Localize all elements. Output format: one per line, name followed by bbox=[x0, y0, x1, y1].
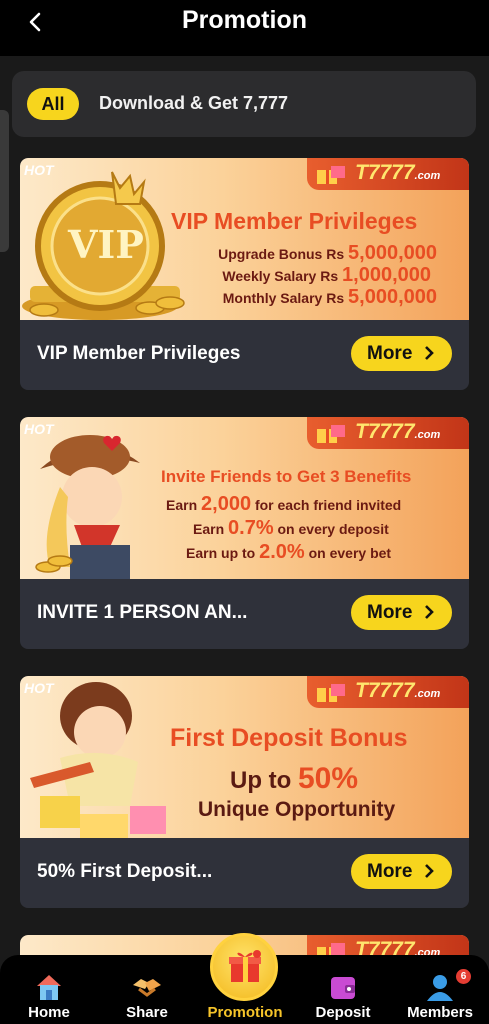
banner-headline: VIP Member Privileges bbox=[171, 208, 418, 234]
filter-chip-all[interactable]: All bbox=[27, 88, 79, 120]
brand-name: T7777.com bbox=[355, 679, 441, 702]
card-title: 50% First Deposit... bbox=[37, 861, 213, 882]
chevron-right-icon bbox=[425, 864, 434, 878]
promo-card-vip[interactable]: VIP HOT T7777.com VIP Member Privileges … bbox=[20, 158, 469, 390]
person-icon bbox=[427, 975, 453, 1001]
gift-icon bbox=[317, 684, 345, 702]
side-drag-handle[interactable] bbox=[0, 110, 9, 252]
banner-line: Monthly Salary Rs 5,000,000 bbox=[222, 286, 437, 308]
chevron-right-icon bbox=[425, 605, 434, 619]
banner-headline: First Deposit Bonus bbox=[170, 724, 408, 752]
handshake-icon bbox=[133, 979, 161, 997]
banner-line: Weekly Salary Rs 1,000,000 bbox=[222, 264, 431, 286]
banner-headline: Invite Friends to Get 3 Benefits bbox=[161, 467, 412, 486]
house-icon bbox=[37, 975, 61, 1000]
promo-card-invite[interactable]: HOT T7777.com Invite Friends to Get 3 Be… bbox=[20, 417, 469, 649]
filter-chip-download[interactable]: Download & Get 7,777 bbox=[99, 93, 288, 114]
nav-home[interactable]: Home bbox=[0, 955, 98, 1024]
wallet-icon bbox=[331, 977, 355, 999]
more-button[interactable]: More bbox=[351, 854, 452, 889]
banner-line: Earn up to 2.0% on every bet bbox=[186, 541, 392, 563]
brand-tag: T7777.com bbox=[307, 417, 469, 449]
card-title: VIP Member Privileges bbox=[37, 343, 241, 364]
more-button[interactable]: More bbox=[351, 595, 452, 630]
members-notification-badge: 6 bbox=[456, 969, 471, 984]
promo-card-first-deposit[interactable]: HOT T7777.com First Deposit Bonus Up to … bbox=[20, 676, 469, 908]
banner-line: Upgrade Bonus Rs 5,000,000 bbox=[218, 242, 437, 264]
banner-line: Up to 50% bbox=[230, 762, 359, 795]
page-title: Promotion bbox=[182, 6, 307, 34]
brand-tag: T7777.com bbox=[307, 158, 469, 190]
promotion-fab[interactable] bbox=[210, 933, 278, 1001]
nav-share[interactable]: Share bbox=[98, 955, 196, 1024]
chevron-right-icon bbox=[425, 346, 434, 360]
hot-tag: HOT bbox=[24, 162, 54, 178]
banner-line: Unique Opportunity bbox=[198, 798, 396, 821]
gift-icon bbox=[229, 950, 261, 982]
promo-banner-vip[interactable]: VIP HOT T7777.com VIP Member Privileges … bbox=[20, 158, 469, 320]
banner-line: Earn 2,000 for each friend invited bbox=[166, 493, 402, 515]
gift-icon bbox=[317, 425, 345, 443]
more-button[interactable]: More bbox=[351, 336, 452, 371]
vip-badge-text: VIP bbox=[68, 222, 144, 267]
banner-line: Earn 0.7% on every deposit bbox=[193, 517, 389, 539]
promo-banner-invite[interactable]: HOT T7777.com Invite Friends to Get 3 Be… bbox=[20, 417, 469, 579]
brand-name: T7777.com bbox=[355, 161, 441, 184]
brand-tag: T7777.com bbox=[307, 676, 469, 708]
hot-tag: HOT bbox=[24, 421, 54, 437]
hot-tag: HOT bbox=[24, 680, 54, 696]
brand-name: T7777.com bbox=[355, 420, 441, 443]
promo-banner-first-deposit[interactable]: HOT T7777.com First Deposit Bonus Up to … bbox=[20, 676, 469, 838]
card-title: INVITE 1 PERSON AN... bbox=[37, 602, 248, 623]
top-bar: Promotion bbox=[0, 0, 489, 56]
gift-icon bbox=[317, 166, 345, 184]
nav-deposit[interactable]: Deposit bbox=[294, 955, 392, 1024]
nav-members[interactable]: Members bbox=[391, 955, 489, 1024]
